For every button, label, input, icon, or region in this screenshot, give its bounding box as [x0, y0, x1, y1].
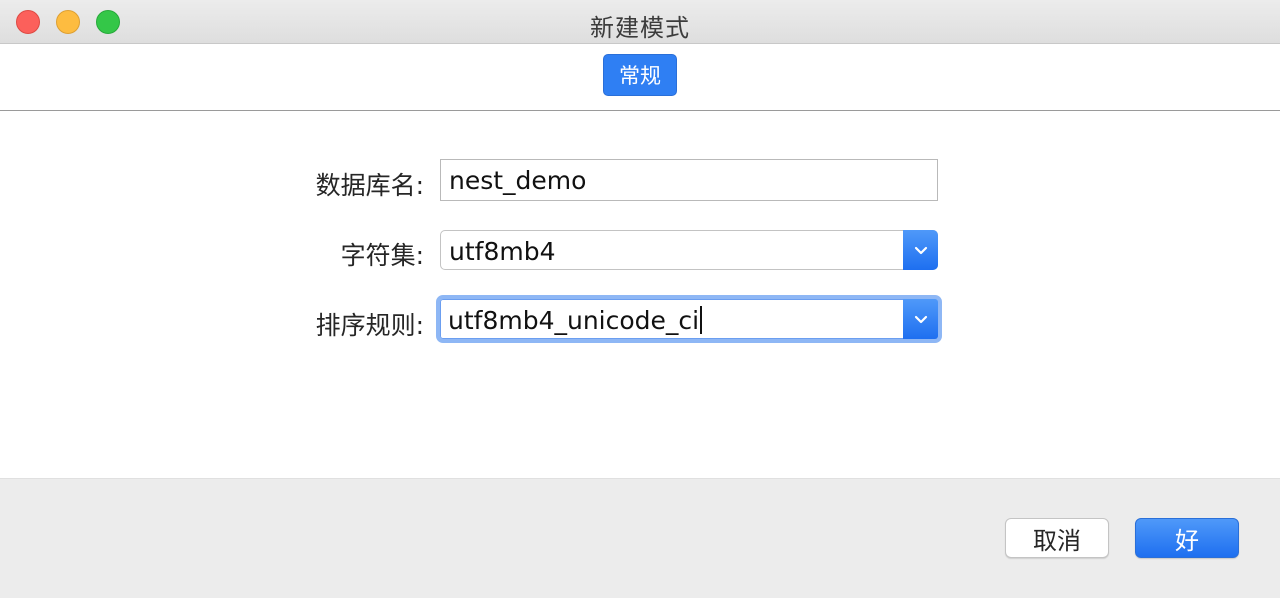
cancel-button[interactable]: 取消: [1005, 518, 1109, 558]
db-name-label: 数据库名:: [315, 171, 424, 200]
collation-value: utf8mb4_unicode_ci: [448, 306, 700, 335]
chevron-down-icon: [914, 315, 927, 324]
collation-label: 排序规则:: [315, 311, 424, 340]
tab-general[interactable]: 常规: [603, 54, 677, 96]
db-name-input[interactable]: nest_demo: [440, 159, 938, 201]
charset-select[interactable]: utf8mb4: [440, 230, 938, 270]
text-caret: [700, 306, 703, 334]
collation-select[interactable]: utf8mb4_unicode_ci: [436, 295, 942, 343]
charset-label: 字符集:: [340, 241, 424, 270]
charset-dropdown-button[interactable]: [903, 230, 938, 270]
new-schema-dialog: 新建模式 常规 数据库名: nest_demo 字符集: utf8mb4 排序规…: [0, 0, 1280, 598]
collation-dropdown-button[interactable]: [903, 299, 938, 339]
tab-bar: 常规: [0, 44, 1280, 111]
charset-value: utf8mb4: [449, 237, 556, 266]
chevron-down-icon: [914, 246, 927, 255]
window-title: 新建模式: [590, 14, 690, 42]
ok-button[interactable]: 好: [1135, 518, 1239, 558]
dialog-footer: 取消 好: [0, 478, 1280, 598]
title-bar: 新建模式: [0, 0, 1280, 44]
